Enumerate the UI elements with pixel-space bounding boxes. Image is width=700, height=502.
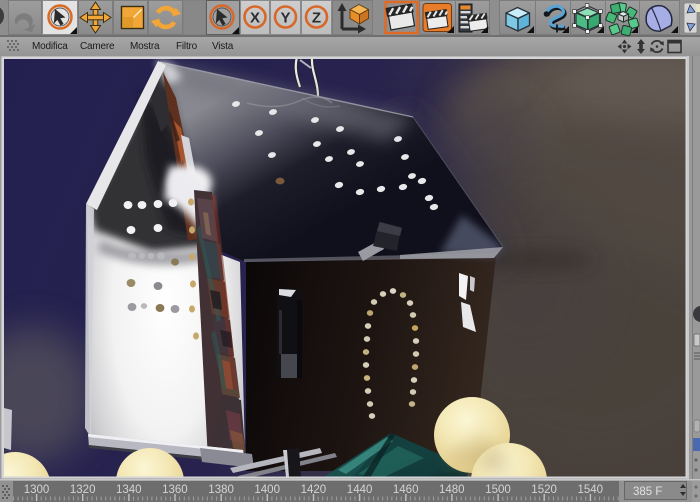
svg-text:X: X <box>250 10 260 27</box>
svg-text:Y: Y <box>280 10 290 27</box>
svg-text:385 F: 385 F <box>633 486 662 498</box>
svg-text:Z: Z <box>312 10 321 27</box>
